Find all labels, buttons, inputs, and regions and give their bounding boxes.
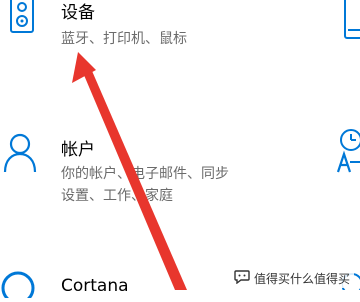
cortana-icon <box>0 268 40 302</box>
devices-icon <box>8 0 38 40</box>
chat-bubble-icon <box>234 269 250 288</box>
settings-tile-devices[interactable]: 设备 蓝牙、打印机、鼠标 <box>0 0 300 60</box>
watermark-text: 值得买什么值得买 <box>253 271 350 286</box>
person-icon <box>2 132 38 176</box>
tile-description-line-2: 设置、工作、家庭 <box>61 188 173 204</box>
settings-tile-accounts[interactable]: 帐户 你的帐户、电子邮件、同步 设置、工作、家庭 <box>0 128 300 208</box>
tile-description-line-1: 你的帐户、电子邮件、同步 <box>61 166 229 182</box>
tile-title: Cortana <box>61 276 129 296</box>
time-language-icon[interactable] <box>334 128 360 178</box>
tile-title: 帐户 <box>61 140 95 160</box>
tile-title: 设备 <box>61 3 95 23</box>
watermark: 值得买什么值得买 <box>229 268 354 288</box>
phone-icon[interactable] <box>340 0 360 44</box>
tile-description: 蓝牙、打印机、鼠标 <box>61 31 187 47</box>
